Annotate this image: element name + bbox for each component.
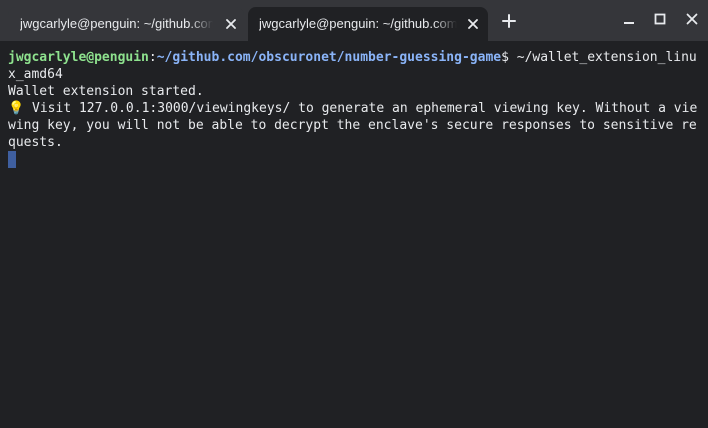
title-bar: jwgcarlyle@penguin: ~/github.com/obscuro… [0, 0, 708, 41]
output-line: quests. [8, 135, 63, 150]
maximize-icon [654, 12, 666, 30]
prompt-symbol: $ [501, 50, 517, 65]
minimize-button[interactable] [618, 10, 640, 32]
tab-title: jwgcarlyle@penguin: ~/github.com/obscuro… [20, 16, 213, 31]
prompt-line: jwgcarlyle@penguin:~/github.com/obscuron… [8, 49, 698, 66]
terminal-area[interactable]: jwgcarlyle@penguin:~/github.com/obscuron… [0, 41, 708, 428]
maximize-button[interactable] [649, 10, 671, 32]
new-tab-button[interactable] [498, 12, 520, 34]
prompt-separator: : [148, 50, 157, 65]
output-line: 💡 Visit 127.0.0.1:3000/viewingkeys/ to g… [8, 101, 698, 116]
prompt-user-host: jwgcarlyle@penguin [8, 50, 149, 65]
close-icon[interactable] [222, 15, 240, 33]
cursor-line [8, 151, 698, 168]
text-cursor [8, 151, 16, 168]
tab-terminal-2[interactable]: jwgcarlyle@penguin: ~/github.com/obscuro… [248, 7, 488, 41]
terminal-output: jwgcarlyle@penguin:~/github.com/obscuron… [8, 49, 698, 168]
tab-title: jwgcarlyle@penguin: ~/github.com/obscuro… [259, 16, 457, 31]
plus-icon [502, 13, 516, 33]
close-icon [686, 12, 698, 30]
prompt-path: ~/github.com/obscuronet/number-guessing-… [156, 50, 502, 65]
output-line: wing key, you will not be able to decryp… [8, 118, 697, 133]
tab-terminal-1[interactable]: jwgcarlyle@penguin: ~/github.com/obscuro… [8, 7, 244, 41]
command-text: ~/wallet_extension_linu [516, 50, 697, 65]
close-icon[interactable] [464, 15, 482, 33]
command-wrap-line: x_amd64 [8, 67, 63, 82]
window-close-button[interactable] [681, 10, 703, 32]
minimize-icon [623, 12, 635, 30]
output-line: Wallet extension started. [8, 84, 204, 99]
